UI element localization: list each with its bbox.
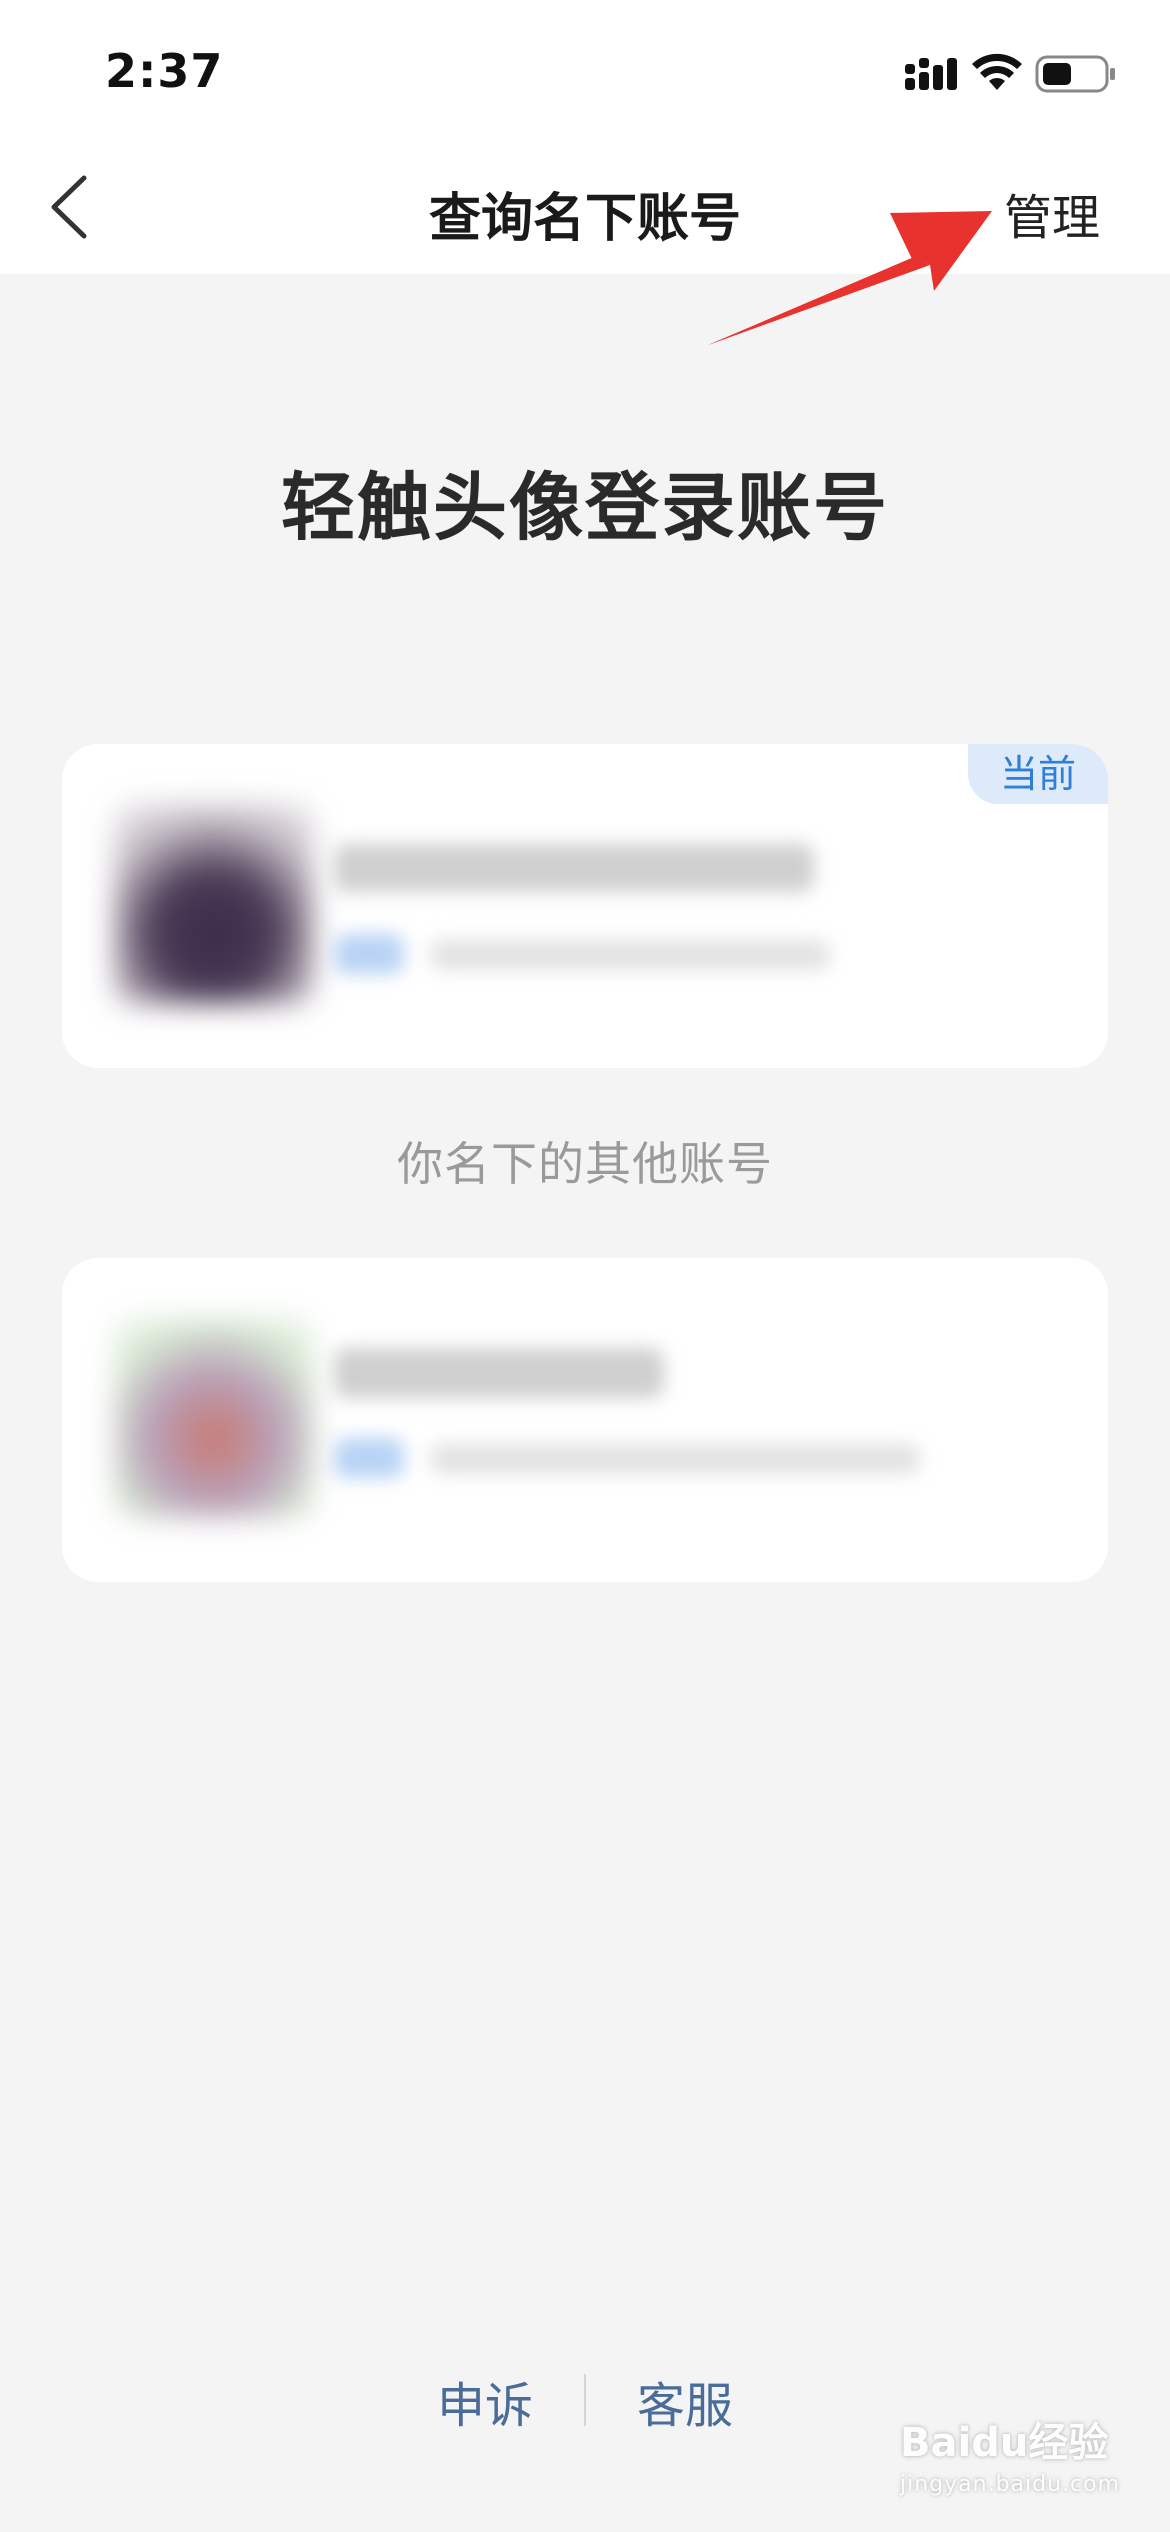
baidu-watermark: Baidu经验 jingyan.baidu.com: [900, 2410, 1120, 2500]
avatar[interactable]: [114, 1318, 314, 1518]
current-badge: 当前: [968, 744, 1108, 804]
appeal-link[interactable]: 申诉: [437, 2366, 533, 2436]
login-headline: 轻触头像登录账号: [281, 465, 889, 551]
other-accounts-label: 你名下的其他账号: [397, 1137, 773, 1191]
wifi-icon: [972, 53, 1022, 90]
status-time: 2:37: [105, 44, 224, 98]
account-tag-redacted: [334, 934, 404, 974]
screen: 2:37 查询名下账号 管理 轻触头像登录账号 当前 你名下的其他账号 申诉 客…: [0, 0, 1170, 2532]
account-name-redacted: [334, 844, 814, 892]
footer-divider: [584, 2374, 586, 2426]
account-name-redacted: [334, 1348, 664, 1398]
account-tag-redacted: [334, 1438, 404, 1478]
account-info-redacted: [430, 940, 830, 970]
customer-service-link[interactable]: 客服: [637, 2366, 733, 2436]
status-bar: 2:37: [0, 0, 1170, 140]
battery-icon: [1035, 55, 1115, 93]
other-account-card[interactable]: [62, 1258, 1108, 1582]
annotation-arrow-icon: [708, 211, 992, 345]
watermark-brand: Baidu经验: [900, 2420, 1109, 2466]
manage-button[interactable]: 管理: [1004, 178, 1100, 248]
cellular-signal-icon: [905, 58, 957, 90]
account-info-redacted: [430, 1444, 920, 1474]
watermark-url: jingyan.baidu.com: [900, 2472, 1121, 2497]
avatar[interactable]: [114, 804, 314, 1004]
current-account-card[interactable]: 当前: [62, 744, 1108, 1068]
